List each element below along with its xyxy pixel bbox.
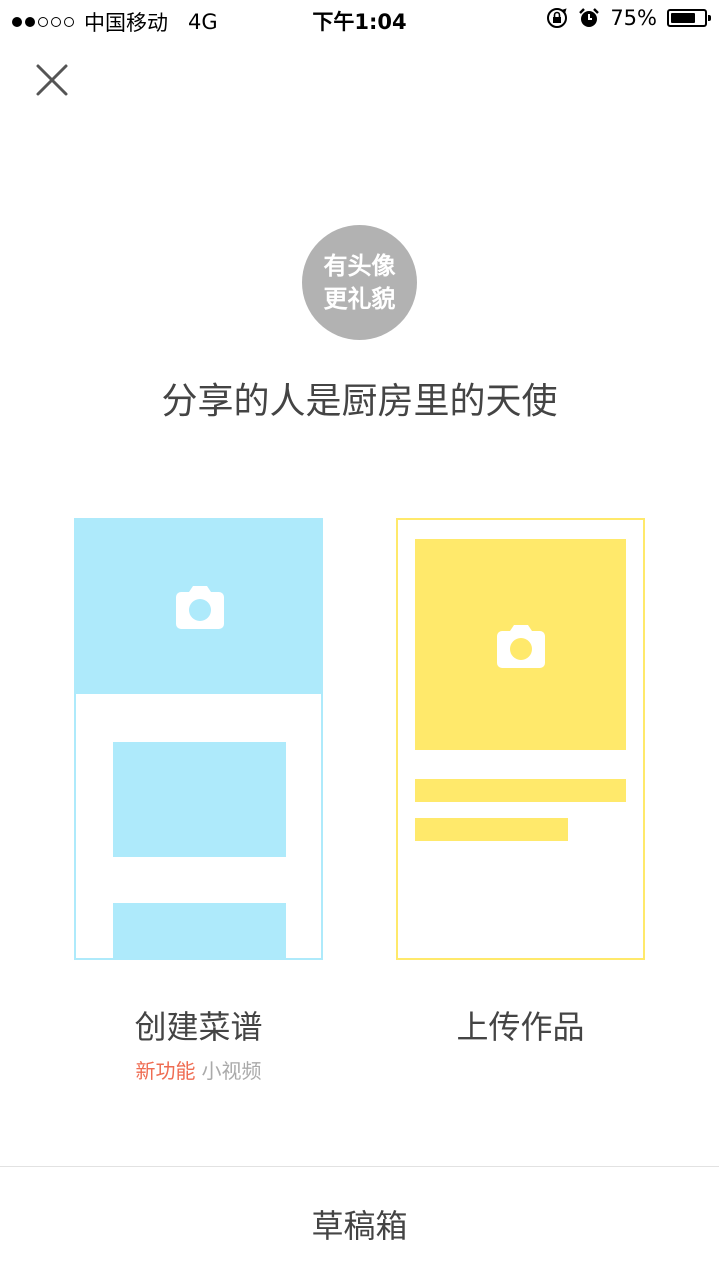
- avatar-hint-line2: 更礼貌: [323, 284, 396, 313]
- page-headline: 分享的人是厨房里的天使: [161, 381, 558, 422]
- upload-work-label[interactable]: 上传作品: [396, 1002, 645, 1048]
- create-recipe-label[interactable]: 创建菜谱: [74, 1002, 323, 1048]
- work-text-placeholder: [415, 779, 626, 802]
- close-icon: [36, 64, 68, 96]
- camera-icon: [176, 586, 224, 629]
- avatar-hint-line1: 有头像: [323, 251, 396, 280]
- battery-icon: [667, 9, 711, 27]
- new-feature-tag: 新功能: [135, 1059, 196, 1083]
- avatar-upload-button[interactable]: 有头像 更礼貌: [302, 225, 417, 340]
- drafts-button[interactable]: 草稿箱: [0, 1167, 719, 1280]
- camera-icon: [497, 625, 545, 668]
- work-image-placeholder: [415, 539, 626, 750]
- status-right: 75%: [546, 6, 711, 30]
- battery-fill: [671, 13, 695, 23]
- create-recipe-subtitle: 新功能 小视频: [74, 1055, 323, 1084]
- recipe-step-placeholder: [113, 742, 286, 857]
- create-recipe-card[interactable]: [74, 518, 323, 960]
- rotation-lock-icon: [547, 8, 568, 28]
- close-button[interactable]: [30, 58, 74, 102]
- battery-percent: 75%: [610, 6, 657, 30]
- upload-work-card[interactable]: [396, 518, 645, 960]
- status-bar: 中国移动 4G 下午1:04 75%: [0, 0, 719, 40]
- work-text-placeholder: [415, 818, 568, 841]
- short-video-text: 小视频: [201, 1059, 262, 1083]
- alarm-icon: [579, 8, 600, 27]
- recipe-step-placeholder: [113, 903, 286, 958]
- recipe-cover-placeholder: [76, 520, 321, 694]
